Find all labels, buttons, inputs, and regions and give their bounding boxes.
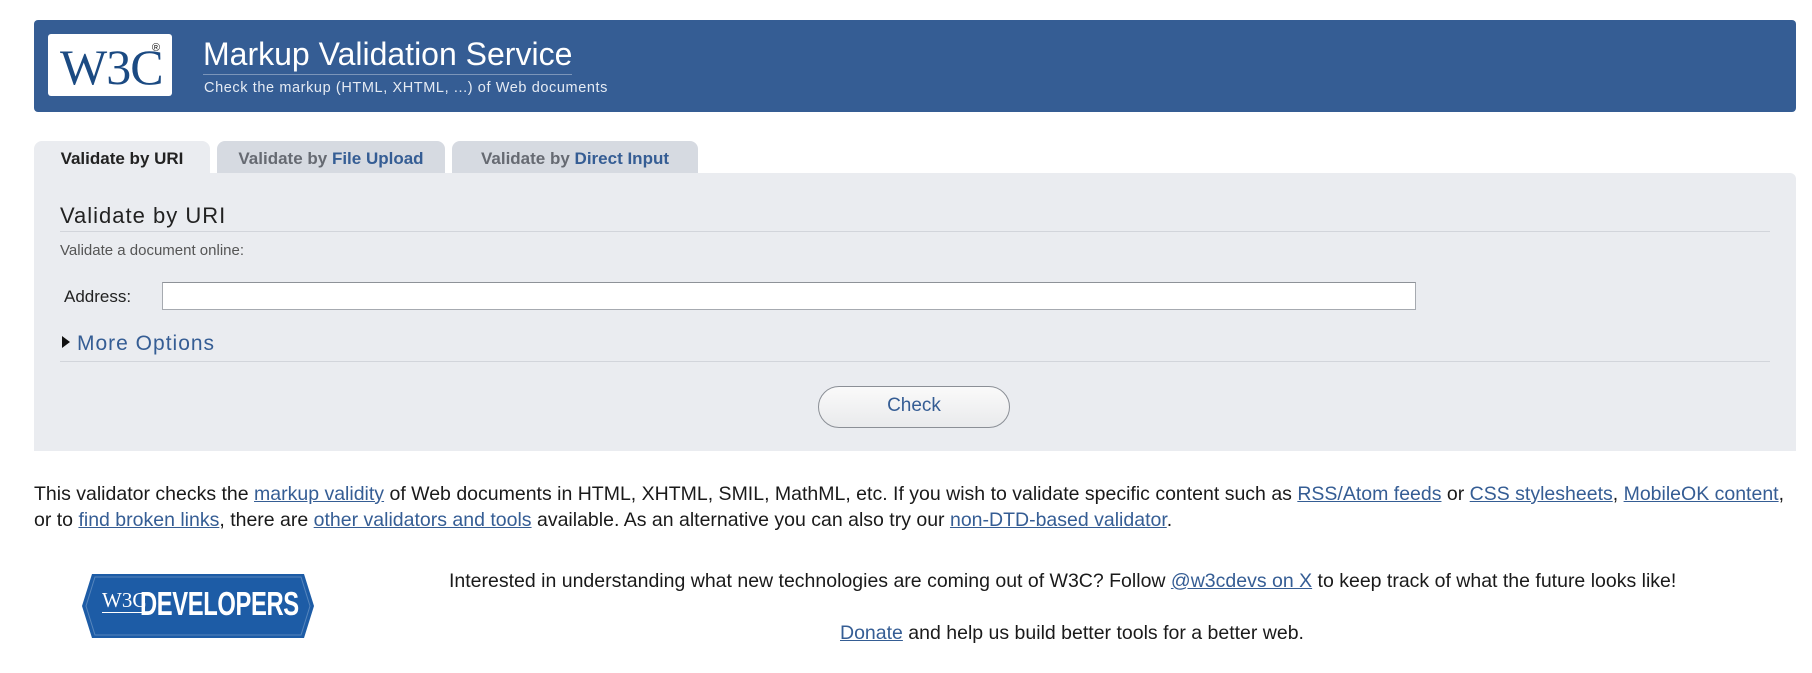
donate-text: and help us build better tools for a bet… bbox=[902, 622, 1304, 644]
desc-text: This validator checks the bbox=[34, 483, 255, 505]
w3cdevs-x-link[interactable]: @w3cdevs on X bbox=[1171, 570, 1312, 592]
address-label: Address: bbox=[64, 287, 132, 306]
tab-validate-by-uri[interactable]: Validate by URI bbox=[34, 141, 210, 174]
tab-label-prefix: Validate by bbox=[60, 149, 155, 168]
desc-text: or bbox=[1441, 483, 1470, 505]
desc-text: , bbox=[1612, 483, 1624, 505]
desc-text: available. As an alternative you can als… bbox=[531, 509, 950, 531]
tab-validate-by-direct-input[interactable]: Validate by Direct Input bbox=[452, 141, 698, 174]
find-broken-links-link[interactable]: find broken links bbox=[78, 509, 219, 531]
page-title[interactable]: Markup Validation Service bbox=[203, 36, 573, 75]
w3c-logo-text: W3C bbox=[60, 39, 164, 95]
panel-heading: Validate by URI bbox=[60, 203, 227, 228]
mobileok-content-link[interactable]: MobileOK content bbox=[1624, 483, 1779, 505]
tab-label-highlight: File Upload bbox=[331, 149, 424, 168]
tab-label-highlight: URI bbox=[154, 149, 184, 168]
disclosure-triangle-icon bbox=[62, 336, 70, 348]
validate-by-uri-panel: Validate by URI Validate a document onli… bbox=[34, 173, 1796, 451]
validator-description: This validator checks the markup validit… bbox=[34, 481, 1796, 533]
more-options-toggle[interactable]: More Options bbox=[62, 332, 215, 356]
non-dtd-validator-link[interactable]: non-DTD-based validator bbox=[950, 509, 1167, 531]
w3c-developers-logo[interactable]: W3C DEVELOPERS bbox=[82, 574, 314, 638]
desc-text: . bbox=[1166, 509, 1173, 531]
donate-link[interactable]: Donate bbox=[840, 622, 903, 644]
panel-description: Validate a document online: bbox=[60, 242, 245, 259]
developers-logo-text: DEVELOPERS bbox=[140, 585, 299, 622]
more-options-label: More Options bbox=[77, 332, 216, 355]
css-stylesheets-link[interactable]: CSS stylesheets bbox=[1470, 483, 1613, 505]
follow-text: to keep track of what the future looks l… bbox=[1312, 570, 1677, 592]
desc-text: of Web documents in HTML, XHTML, SMIL, M… bbox=[384, 483, 1298, 505]
options-divider bbox=[60, 361, 1770, 362]
desc-text: , there are bbox=[219, 509, 314, 531]
registered-mark: ® bbox=[151, 42, 160, 54]
tab-label-highlight: Direct Input bbox=[574, 149, 669, 168]
heading-divider bbox=[60, 231, 1770, 232]
tab-validate-by-file-upload[interactable]: Validate by File Upload bbox=[217, 141, 445, 174]
w3c-logo[interactable]: W3C ® bbox=[48, 34, 172, 96]
follow-message: Interested in understanding what new tec… bbox=[449, 570, 1676, 593]
check-button[interactable]: Check bbox=[818, 386, 1010, 428]
other-validators-link[interactable]: other validators and tools bbox=[314, 509, 532, 531]
donate-message: Donate and help us build better tools fo… bbox=[840, 622, 1304, 645]
tab-label-prefix: Validate by bbox=[238, 149, 332, 168]
address-input[interactable] bbox=[162, 282, 1416, 310]
tab-label-prefix: Validate by bbox=[481, 149, 575, 168]
header-banner: W3C ® Markup Validation Service Check th… bbox=[34, 20, 1796, 112]
page-subtitle: Check the markup (HTML, XHTML, ...) of W… bbox=[204, 80, 609, 96]
follow-text: Interested in understanding what new tec… bbox=[449, 570, 1171, 592]
markup-validity-link[interactable]: markup validity bbox=[254, 483, 384, 505]
rss-atom-feeds-link[interactable]: RSS/Atom feeds bbox=[1297, 483, 1441, 505]
